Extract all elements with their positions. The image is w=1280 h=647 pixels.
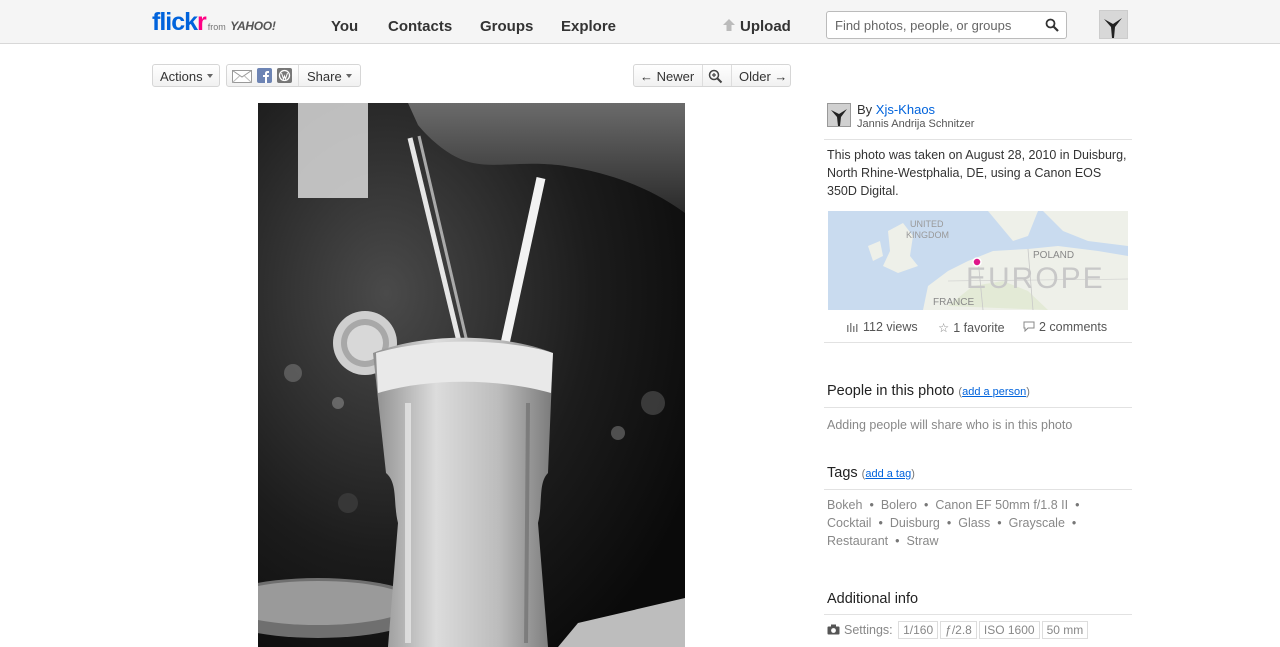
tag[interactable]: Bokeh: [827, 498, 862, 512]
bar-chart-icon: [847, 323, 858, 332]
europe-map-icon: UNITED KINGDOM POLAND EUROPE FRANCE: [828, 211, 1128, 310]
views-count: 112 views: [863, 320, 918, 334]
email-icon[interactable]: [232, 70, 252, 83]
tag[interactable]: Canon EF 50mm f/1.8 II: [935, 498, 1068, 512]
older-label: Older: [739, 69, 771, 84]
facebook-icon[interactable]: [257, 68, 272, 83]
actions-label: Actions: [160, 69, 203, 84]
tag[interactable]: Duisburg: [890, 516, 940, 530]
divider: [824, 342, 1132, 343]
logo-r-text: r: [197, 8, 207, 36]
byline: By Xjs-Khaos: [857, 102, 935, 117]
comments-stat[interactable]: 2 comments: [1023, 320, 1107, 334]
upload-link[interactable]: Upload: [722, 18, 791, 35]
divider: [824, 489, 1132, 490]
tag[interactable]: Restaurant: [827, 534, 888, 548]
comment-icon: [1023, 321, 1035, 333]
avatar-image-icon: [1100, 11, 1127, 38]
logo-from-text: from: [207, 22, 226, 32]
search-placeholder: Find photos, people, or groups: [835, 18, 1012, 33]
tags-section-title: Tags (add a tag): [827, 465, 915, 481]
nav-groups[interactable]: Groups: [480, 18, 533, 35]
focal-length-chip[interactable]: 50 mm: [1041, 621, 1089, 639]
owner-avatar-icon: [828, 104, 850, 126]
upload-label: Upload: [740, 18, 791, 35]
search-input[interactable]: Find photos, people, or groups: [826, 11, 1067, 39]
photo-description: This photo was taken on August 28, 2010 …: [827, 148, 1127, 198]
add-tag-link[interactable]: add a tag: [865, 468, 911, 480]
by-prefix: By: [857, 102, 873, 117]
map-label-kingdom: KINGDOM: [906, 230, 949, 240]
nav-contacts[interactable]: Contacts: [388, 18, 452, 35]
views-stat: 112 views: [847, 320, 918, 334]
wordpress-icon[interactable]: [277, 68, 292, 83]
top-navigation-bar: flickr from YAHOO! You Contacts Groups Ex…: [0, 0, 1280, 44]
divider: [298, 65, 299, 86]
map-label-europe: EUROPE: [966, 262, 1105, 295]
divider: [824, 614, 1132, 615]
additional-info-title: Additional info: [827, 591, 919, 607]
map-label-uk: UNITED: [910, 219, 944, 229]
logo-flick-text: flick: [152, 8, 198, 36]
people-hint: Adding people will share who is in this …: [827, 418, 1073, 432]
yahoo-logo-text: YAHOO!: [230, 19, 276, 33]
nav-you[interactable]: You: [331, 18, 358, 35]
favorites-stat[interactable]: ☆ 1 favorite: [938, 320, 1005, 335]
flickr-logo[interactable]: flickr from YAHOO!: [152, 8, 276, 36]
tag-list: Bokeh • Bolero • Canon EF 50mm f/1.8 II • Coc…: [827, 498, 1080, 548]
share-button[interactable]: Share: [307, 69, 342, 84]
main-photo[interactable]: [258, 103, 685, 647]
favorites-count: 1 favorite: [953, 321, 1005, 335]
tag[interactable]: Glass: [958, 516, 990, 530]
search-icon[interactable]: [1045, 18, 1059, 32]
chevron-down-icon: [207, 74, 213, 78]
tags-title: Tags: [827, 465, 858, 481]
photo-navigation: ← Newer Older →: [633, 64, 791, 87]
people-title: People in this photo: [827, 383, 955, 399]
chevron-down-icon: [346, 74, 352, 78]
newer-button[interactable]: ← Newer: [640, 69, 694, 84]
tag[interactable]: Straw: [907, 534, 939, 548]
divider: [824, 407, 1132, 408]
people-section-title: People in this photo (add a person): [827, 383, 1030, 399]
tag[interactable]: Cocktail: [827, 516, 871, 530]
location-pin-icon[interactable]: [972, 257, 982, 267]
divider: [824, 139, 1132, 140]
tag[interactable]: Bolero: [881, 498, 917, 512]
star-icon: ☆: [938, 321, 950, 335]
upload-arrow-icon: [723, 19, 735, 31]
owner-link[interactable]: Xjs-Khaos: [876, 102, 935, 117]
newer-label: Newer: [656, 69, 695, 84]
settings-label: Settings:: [844, 623, 893, 637]
tag[interactable]: Grayscale: [1009, 516, 1065, 530]
nav-explore[interactable]: Explore: [561, 18, 616, 35]
map-label-poland: POLAND: [1033, 250, 1074, 261]
arrow-right-icon: →: [774, 69, 788, 84]
iso-chip[interactable]: ISO 1600: [978, 621, 1040, 639]
aperture-chip[interactable]: ƒ/2.8: [940, 621, 977, 639]
actions-button[interactable]: Actions: [152, 64, 220, 87]
comments-count: 2 comments: [1039, 320, 1108, 334]
camera-settings: Settings: 1/160 ƒ/2.8 ISO 1600 50 mm: [827, 621, 1089, 639]
divider: [731, 65, 732, 86]
divider: [702, 65, 703, 86]
drink-photo-icon: [258, 103, 685, 647]
share-group: Share: [226, 64, 361, 87]
camera-icon: [827, 624, 840, 635]
location-map[interactable]: UNITED KINGDOM POLAND EUROPE FRANCE: [828, 211, 1128, 310]
user-avatar[interactable]: [1099, 10, 1128, 39]
owner-avatar[interactable]: [827, 103, 851, 127]
owner-real-name: Jannis Andrija Schnitzer: [857, 118, 975, 130]
shutter-speed-chip[interactable]: 1/160: [898, 621, 939, 639]
zoom-icon[interactable]: [708, 69, 723, 84]
map-label-france: FRANCE: [933, 297, 974, 308]
add-person-link[interactable]: add a person: [962, 386, 1026, 398]
arrow-left-icon: ←: [640, 69, 653, 84]
older-button[interactable]: Older →: [739, 69, 787, 84]
